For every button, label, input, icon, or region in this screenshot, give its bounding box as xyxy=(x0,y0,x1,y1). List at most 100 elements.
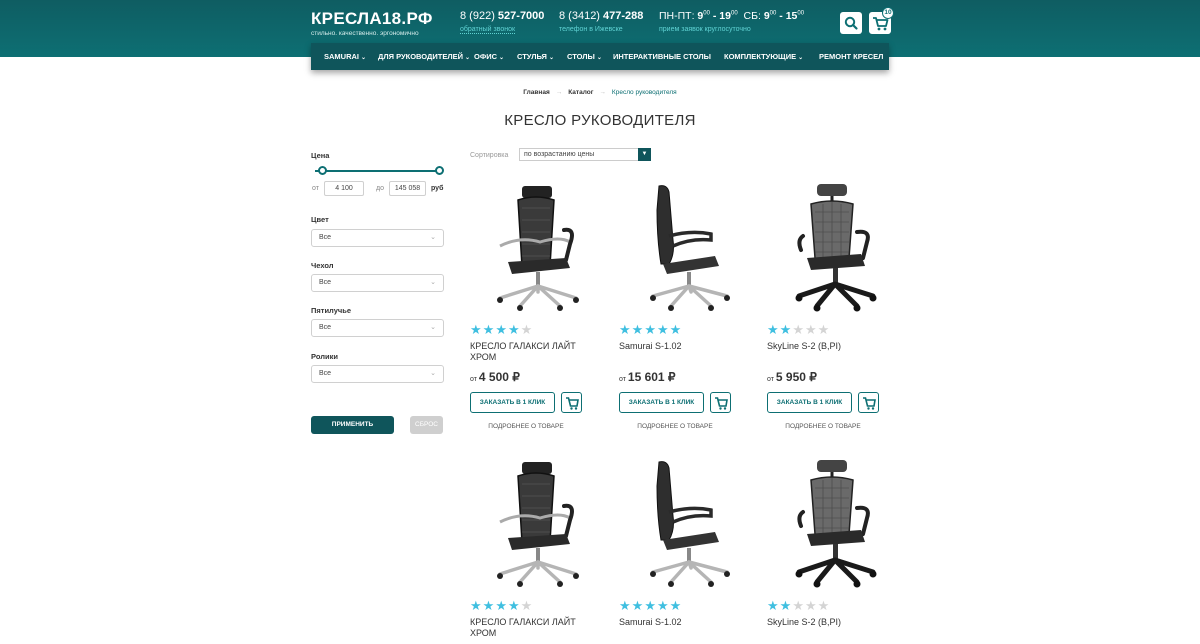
hours-line: ПН-ПТ: 900 - 1900 СБ: 900 - 1500 xyxy=(659,10,805,22)
color-select[interactable]: Все ⌄ xyxy=(311,229,444,247)
product-image[interactable] xyxy=(767,456,907,592)
product-name[interactable]: КРЕСЛО ГАЛАКСИ ЛАЙТ ХРОМ xyxy=(470,341,585,363)
nav-item-tables[interactable]: СТОЛЫ ⌄ xyxy=(567,43,602,70)
product-name[interactable]: Samurai S-1.02 xyxy=(619,617,734,628)
nav-item-executives[interactable]: ДЛЯ РУКОВОДИТЕЛЕЙ ⌄ xyxy=(378,43,470,70)
callback-link[interactable]: обратный звонок xyxy=(460,26,516,34)
nav-item-components[interactable]: КОМПЛЕКТУЮЩИЕ ⌄ xyxy=(724,43,803,70)
star-filled-icon: ★ xyxy=(644,322,657,337)
color-filter-label: Цвет xyxy=(311,215,329,224)
cover-filter-label: Чехол xyxy=(311,261,334,270)
breadcrumb: Главная → Каталог → Кресло руководителя xyxy=(0,89,1200,96)
apply-filters-button[interactable]: ПРИМЕНИТЬ xyxy=(311,416,394,434)
nav-label: ДЛЯ РУКОВОДИТЕЛЕЙ xyxy=(378,52,463,61)
rating-stars: ★★★★★ xyxy=(470,598,533,614)
breadcrumb-home[interactable]: Главная xyxy=(523,89,549,96)
cover-select-value: Все xyxy=(319,279,332,286)
more-details-link[interactable]: ПОДРОБНЕЕ О ТОВАРЕ xyxy=(619,423,731,430)
add-to-cart-button[interactable] xyxy=(858,392,879,413)
chevron-down-icon: ⌄ xyxy=(465,55,471,61)
star-filled-icon: ★ xyxy=(631,322,645,337)
nav-label: СТОЛЫ xyxy=(567,52,595,61)
phone-2-caption: телефон в Ижевске xyxy=(559,26,623,33)
wheels-filter-label: Ролики xyxy=(311,352,338,361)
price-from-input[interactable]: 4 100 xyxy=(324,181,364,196)
phone-2-number: 477-288 xyxy=(603,10,644,22)
product-image[interactable] xyxy=(470,180,610,316)
product-image[interactable] xyxy=(619,180,759,316)
phone-1-number: 527-7000 xyxy=(497,10,545,22)
more-details-link[interactable]: ПОДРОБНЕЕ О ТОВАРЕ xyxy=(767,423,879,430)
star-filled-icon: ★ xyxy=(619,322,632,337)
product-image[interactable] xyxy=(470,456,610,592)
add-to-cart-button[interactable] xyxy=(710,392,731,413)
product-price: от 15 601 ₽ xyxy=(619,370,676,384)
phone-2[interactable]: 8 (3412) 477-288 xyxy=(559,10,643,22)
base-select[interactable]: Все ⌄ xyxy=(311,319,444,337)
wheels-select[interactable]: Все ⌄ xyxy=(311,365,444,383)
hours-min: 00 xyxy=(797,10,805,17)
chevron-down-icon: ⌄ xyxy=(499,55,505,61)
hours-caption: прием заявок круглосуточно xyxy=(659,26,751,33)
nav-item-interactive-tables[interactable]: ИНТЕРАКТИВНЫЕ СТОЛЫ xyxy=(613,43,711,70)
product-image[interactable] xyxy=(767,180,907,316)
cart-icon xyxy=(863,397,876,410)
nav-label: СТУЛЬЯ xyxy=(517,52,547,61)
cart-icon xyxy=(566,397,579,410)
add-to-cart-button[interactable] xyxy=(561,392,582,413)
price-slider-max-handle[interactable] xyxy=(435,166,444,175)
order-one-click-button[interactable]: ЗАКАЗАТЬ В 1 КЛИК xyxy=(470,392,555,413)
logo[interactable]: КРЕСЛА18.РФ стильно. качественно. эргоно… xyxy=(311,9,433,37)
price-to-label: до xyxy=(376,185,384,192)
nav-label: ИНТЕРАКТИВНЫЕ СТОЛЫ xyxy=(613,52,712,61)
product-name[interactable]: КРЕСЛО ГАЛАКСИ ЛАЙТ ХРОМ xyxy=(470,617,585,639)
cover-select[interactable]: Все ⌄ xyxy=(311,274,444,292)
sort-select[interactable]: по возрастанию цены ▼ xyxy=(519,148,651,161)
star-filled-icon: ★ xyxy=(631,598,645,613)
chevron-down-icon: ⌄ xyxy=(430,234,436,241)
nav-item-repair[interactable]: РЕМОНТ КРЕСЕЛ xyxy=(819,43,883,70)
more-details-link[interactable]: ПОДРОБНЕЕ О ТОВАРЕ xyxy=(470,423,582,430)
nav-item-chairs[interactable]: СТУЛЬЯ ⌄ xyxy=(517,43,554,70)
reset-filters-button[interactable]: СБРОС xyxy=(410,416,443,434)
product-name[interactable]: SkyLine S-2 (B,PI) xyxy=(767,341,882,352)
star-filled-icon: ★ xyxy=(767,598,780,613)
chevron-down-icon: ⌄ xyxy=(548,55,554,61)
star-filled-icon: ★ xyxy=(495,322,508,337)
price-slider-min-handle[interactable] xyxy=(318,166,327,175)
rating-stars: ★★★★★ xyxy=(767,598,830,614)
price-prefix: от xyxy=(767,376,776,383)
cart-count-badge: 10 xyxy=(882,7,894,19)
price-value: 15 601 ₽ xyxy=(627,370,676,384)
star-filled-icon: ★ xyxy=(669,322,683,337)
sort-select-value: по возрастанию цены xyxy=(524,151,595,158)
phone-1[interactable]: 8 (922) 527-7000 xyxy=(460,10,544,22)
hours-weekday-to: 19 xyxy=(719,10,731,22)
search-button[interactable] xyxy=(840,12,862,34)
hours-weekday-label: ПН-ПТ: xyxy=(659,10,698,22)
phone-block-2: 8 (3412) 477-288 телефон в Ижевске xyxy=(559,10,643,33)
product-name[interactable]: SkyLine S-2 (B,PI) xyxy=(767,617,882,628)
star-filled-icon: ★ xyxy=(656,598,670,613)
order-one-click-button[interactable]: ЗАКАЗАТЬ В 1 КЛИК xyxy=(619,392,704,413)
breadcrumb-catalog[interactable]: Каталог xyxy=(568,89,593,96)
hours-min: 00 xyxy=(730,10,738,17)
rating-stars: ★★★★★ xyxy=(619,322,682,338)
star-empty-icon: ★ xyxy=(792,322,805,337)
price-slider-track xyxy=(315,170,441,172)
star-filled-icon: ★ xyxy=(482,322,496,337)
product-name[interactable]: Samurai S-1.02 xyxy=(619,341,734,352)
nav-item-samurai[interactable]: SAMURAI ⌄ xyxy=(324,43,366,70)
product-image[interactable] xyxy=(619,456,759,592)
star-filled-icon: ★ xyxy=(779,598,793,613)
product-price: от 5 950 ₽ xyxy=(767,370,817,384)
order-one-click-button[interactable]: ЗАКАЗАТЬ В 1 КЛИК xyxy=(767,392,852,413)
main-nav: SAMURAI ⌄ ДЛЯ РУКОВОДИТЕЛЕЙ ⌄ ОФИС ⌄ СТУЛЬЯ… xyxy=(311,43,889,70)
star-empty-icon: ★ xyxy=(817,598,831,613)
nav-label: ОФИС xyxy=(474,52,498,61)
chevron-down-icon: ⌄ xyxy=(596,55,602,61)
price-to-input[interactable]: 145 058 xyxy=(389,181,426,196)
nav-item-office[interactable]: ОФИС ⌄ xyxy=(474,43,504,70)
working-hours: ПН-ПТ: 900 - 1900 СБ: 900 - 1500 прием з… xyxy=(659,10,804,33)
chevron-down-icon: ⌄ xyxy=(798,55,804,61)
